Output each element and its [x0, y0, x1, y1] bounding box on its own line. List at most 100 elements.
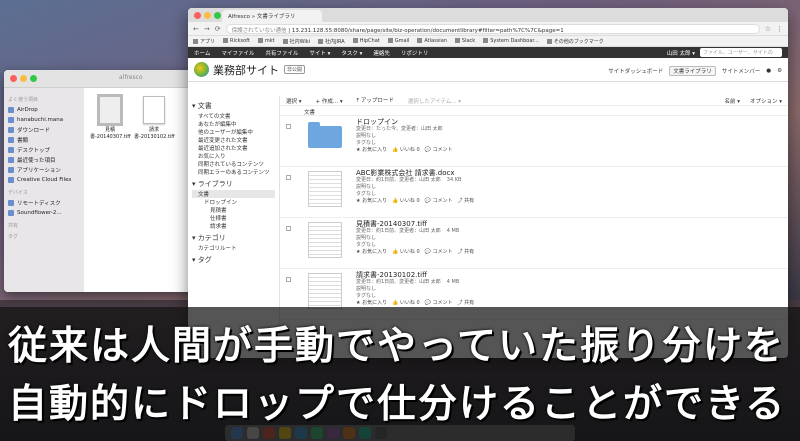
create-button[interactable]: + 作成... ▾ [316, 97, 343, 105]
row-checkbox[interactable] [286, 124, 291, 129]
row-checkbox[interactable] [286, 226, 291, 231]
document-row[interactable]: ドロップイン 変更日：たった今、変更者：山田 太郎 説明なし タグなし ★ お気に入り … [280, 116, 788, 167]
document-description: 説明なし [356, 286, 377, 292]
sidebar-filter-item[interactable]: 同期されているコンテンツ [192, 160, 275, 168]
bookmark-item[interactable]: mkt [258, 38, 275, 44]
document-thumbnail-icon[interactable] [308, 222, 342, 260]
document-actions[interactable]: ★ お気に入り 👍 いいね 0 💬 コメント ⤴ 共有 [356, 300, 474, 307]
finder-sidebar-item[interactable]: Soundflower-2... [8, 208, 80, 218]
finder-sidebar-item[interactable]: アプリケーション [8, 165, 80, 175]
row-checkbox[interactable] [286, 277, 291, 282]
sidebar-filter-item[interactable]: 他のユーザーが編集中 [192, 128, 275, 136]
document-description: 説明なし [356, 133, 377, 139]
bookmark-item[interactable]: 社内JIRA [318, 38, 345, 45]
document-thumbnail-icon[interactable] [308, 273, 342, 311]
menu-icon[interactable]: ⋮ [776, 25, 783, 33]
finder-sidebar-item[interactable]: hanabuchi.mana [8, 115, 80, 125]
reload-icon[interactable]: ⟳ [215, 25, 221, 33]
close-icon[interactable] [10, 75, 17, 82]
star-icon[interactable]: ☆ [765, 25, 771, 33]
library-tree-item[interactable]: 仕様書 [192, 214, 275, 222]
bookmark-item[interactable]: HipChat [353, 38, 380, 44]
minimize-icon[interactable] [20, 75, 27, 82]
finder-sidebar-item[interactable]: リモートディスク [8, 198, 80, 208]
caption-line-2: 自動的にドロップで仕分けることができる [8, 382, 787, 427]
nav-item[interactable]: サイト ▾ [309, 49, 330, 57]
sidebar-section-header[interactable]: ▾ カテゴリ [192, 233, 275, 243]
nav-item[interactable]: ホーム [194, 49, 210, 57]
upload-button[interactable]: ⤒ アップロード [357, 96, 394, 105]
settings-icon[interactable]: ⚙ [777, 68, 782, 74]
bookmark-item[interactable]: System Dashboar... [483, 38, 539, 44]
sidebar-section-header[interactable]: ▾ ライブラリ [192, 179, 275, 189]
finder-sidebar-item[interactable]: Creative Cloud Files [8, 175, 80, 185]
doc-library-link[interactable]: 文書ライブラリ [669, 66, 716, 76]
document-name[interactable]: ABC影業株式会社 請求書.docx [356, 170, 474, 177]
bookmark-item[interactable]: Slack [455, 38, 475, 44]
document-name[interactable]: 請求書-20130102.tiff [356, 272, 474, 279]
sort-button[interactable]: 名前 ▾ [724, 97, 740, 105]
finder-sidebar-item[interactable]: AirDrop [8, 105, 80, 115]
nav-item[interactable]: 連絡先 [373, 49, 390, 57]
sidebar-filter-item[interactable]: 同期エラーのあるコンテンツ [192, 168, 275, 176]
finder-sidebar-item[interactable]: ダウンロード [8, 125, 80, 135]
document-name[interactable]: 見積書-20140307.tiff [356, 221, 474, 228]
user-icon[interactable]: ● [766, 68, 771, 74]
close-icon[interactable] [194, 12, 201, 19]
nav-item[interactable]: タスク ▾ [341, 49, 362, 57]
sidebar-filter-item[interactable]: あなたが編集中 [192, 120, 275, 128]
browser-tab[interactable]: Alfresco » 文書ライブラリ [222, 10, 322, 22]
forward-icon[interactable]: → [204, 25, 210, 33]
library-tree-item[interactable]: 文書 [192, 190, 275, 198]
document-actions[interactable]: ★ お気に入り 👍 いいね 0 💬 コメント [356, 147, 452, 154]
finder-sidebar-item[interactable]: 最近使った項目 [8, 155, 80, 165]
search-input[interactable]: ファイル、ユーザー、サイトの [700, 48, 782, 57]
zoom-icon[interactable] [214, 12, 221, 19]
zoom-icon[interactable] [30, 75, 37, 82]
nav-item[interactable]: マイファイル [221, 49, 254, 57]
site-dashboard-link[interactable]: サイトダッシュボード [608, 67, 663, 75]
options-button[interactable]: オプション ▾ [750, 97, 782, 105]
sidebar-section-header[interactable]: ▾ 文書 [192, 101, 275, 111]
library-tree-item[interactable]: 見積書 [192, 206, 275, 214]
sidebar-section-header[interactable]: ▾ タグ [192, 255, 275, 265]
user-menu[interactable]: 山田 太郎 ▾ [667, 49, 695, 57]
bookmark-item[interactable]: 社内Wiki [283, 38, 311, 45]
document-actions[interactable]: ★ お気に入り 👍 いいね 0 💬 コメント ⤴ 共有 [356, 249, 474, 256]
sidebar-filter-item[interactable]: 最近追加された文書 [192, 144, 275, 152]
minimize-icon[interactable] [204, 12, 211, 19]
document-actions[interactable]: ★ お気に入り 👍 いいね 0 💬 コメント ⤴ 共有 [356, 198, 474, 205]
folder-icon[interactable] [308, 120, 342, 158]
finder-sidebar-item[interactable]: デスクトップ [8, 145, 80, 155]
library-tree-item[interactable]: 請求書 [192, 222, 275, 230]
nav-item[interactable]: リポジトリ [401, 49, 429, 57]
site-members-link[interactable]: サイトメンバー [722, 67, 761, 75]
bookmark-item[interactable]: Gmail [388, 38, 410, 44]
nav-item[interactable]: 共有ファイル [265, 49, 298, 57]
category-item[interactable]: カテゴリルート [192, 244, 275, 252]
select-button[interactable]: 選択 ▾ [286, 97, 302, 105]
bookmark-item[interactable]: その他のブックマーク [547, 38, 604, 45]
library-tree-item[interactable]: ドロップイン [192, 198, 275, 206]
document-name[interactable]: ドロップイン [356, 119, 452, 126]
finder-sidebar-item[interactable]: 書類 [8, 135, 80, 145]
breadcrumb[interactable]: 文書 [280, 106, 788, 116]
document-thumbnail-icon[interactable] [308, 171, 342, 209]
file-item[interactable]: 請求 書-20130102.tiff [134, 96, 175, 140]
document-row[interactable]: ABC影業株式会社 請求書.docx 変更日：約1日前、変更者：山田 太郎 34 K… [280, 167, 788, 218]
back-icon[interactable]: ← [193, 25, 199, 33]
sidebar-filter-item[interactable]: 最近変更された文書 [192, 136, 275, 144]
document-row[interactable]: 見積書-20140307.tiff 変更日：約1日前、変更者：山田 太郎 4 MB 説… [280, 218, 788, 269]
selected-items-button[interactable]: 選択したアイテム... ▾ [408, 97, 461, 105]
sidebar-filter-item[interactable]: すべての文書 [192, 112, 275, 120]
caption-line-1: 従来は人間が手動でやっていた振り分けを [8, 324, 786, 369]
finder-sidebar-label: デスクトップ [17, 148, 51, 154]
file-size: 34 KB [446, 177, 462, 183]
url-input[interactable]: 保護されていない通信 | 13.231.128.55:8080/share/pa… [225, 23, 760, 34]
bookmark-item[interactable]: Atlassian [417, 38, 447, 44]
bookmark-item[interactable]: アプリ [193, 38, 215, 45]
sidebar-filter-item[interactable]: お気に入り [192, 152, 275, 160]
bookmark-item[interactable]: Ricksoft [223, 38, 250, 44]
row-checkbox[interactable] [286, 175, 291, 180]
file-item[interactable]: 見積 書-20140307.tiff [90, 94, 131, 140]
